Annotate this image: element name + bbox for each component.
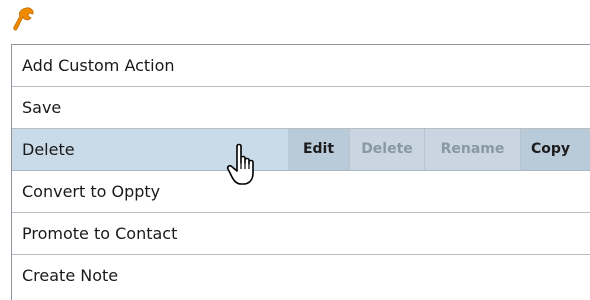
menu-item-label: Promote to Contact [22,224,178,243]
wrench-icon[interactable] [13,7,35,31]
menu-item-save[interactable]: Save [12,87,590,129]
menu-item-label: Save [22,98,62,117]
menu-item-label: Add Custom Action [22,56,175,75]
menu-item-delete[interactable]: Delete Edit Delete Rename Copy [12,129,590,171]
menu-item-label: Create Note [22,266,119,285]
row-action-bar: Edit Delete Rename Copy [288,129,590,170]
delete-button: Delete [350,129,425,170]
menu-item-convert-to-oppty[interactable]: Convert to Oppty [12,171,590,213]
hand-pointer-icon [226,143,254,185]
menu-item-label: Delete [22,140,75,159]
edit-button[interactable]: Edit [288,129,350,170]
custom-action-menu: Add Custom Action Save Delete Edit Delet… [11,44,590,300]
menu-item-create-note[interactable]: Create Note [12,255,590,300]
menu-item-label: Convert to Oppty [22,182,161,201]
copy-button[interactable]: Copy [521,129,590,170]
menu-item-add-custom-action[interactable]: Add Custom Action [12,45,590,87]
rename-button: Rename [425,129,521,170]
menu-item-promote-to-contact[interactable]: Promote to Contact [12,213,590,255]
